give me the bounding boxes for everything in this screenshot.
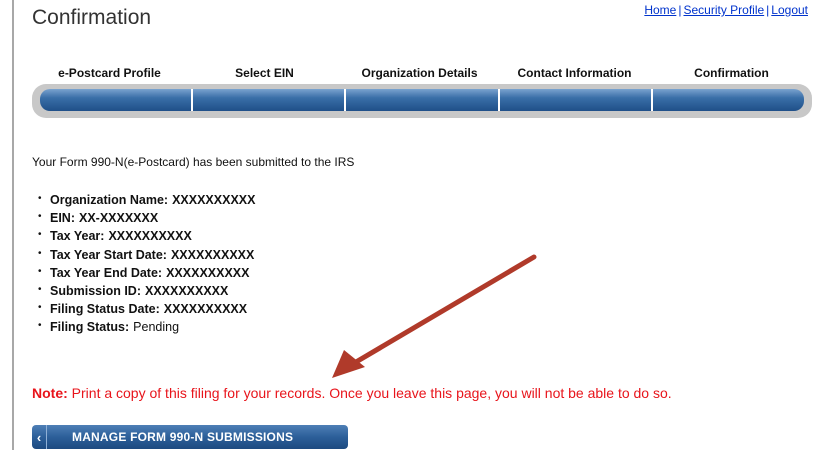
note-message: Note: Print a copy of this filing for yo… bbox=[32, 385, 672, 401]
annotation-arrow-icon bbox=[332, 254, 537, 378]
manage-button-label: MANAGE FORM 990-N SUBMISSIONS bbox=[72, 430, 294, 444]
note-text: Print a copy of this filing for your rec… bbox=[67, 385, 672, 401]
chevron-left-icon: ‹ bbox=[32, 425, 47, 449]
note-label: Note: bbox=[32, 385, 68, 401]
manage-form-990n-submissions-button[interactable]: ‹ MANAGE FORM 990-N SUBMISSIONS bbox=[32, 425, 348, 449]
